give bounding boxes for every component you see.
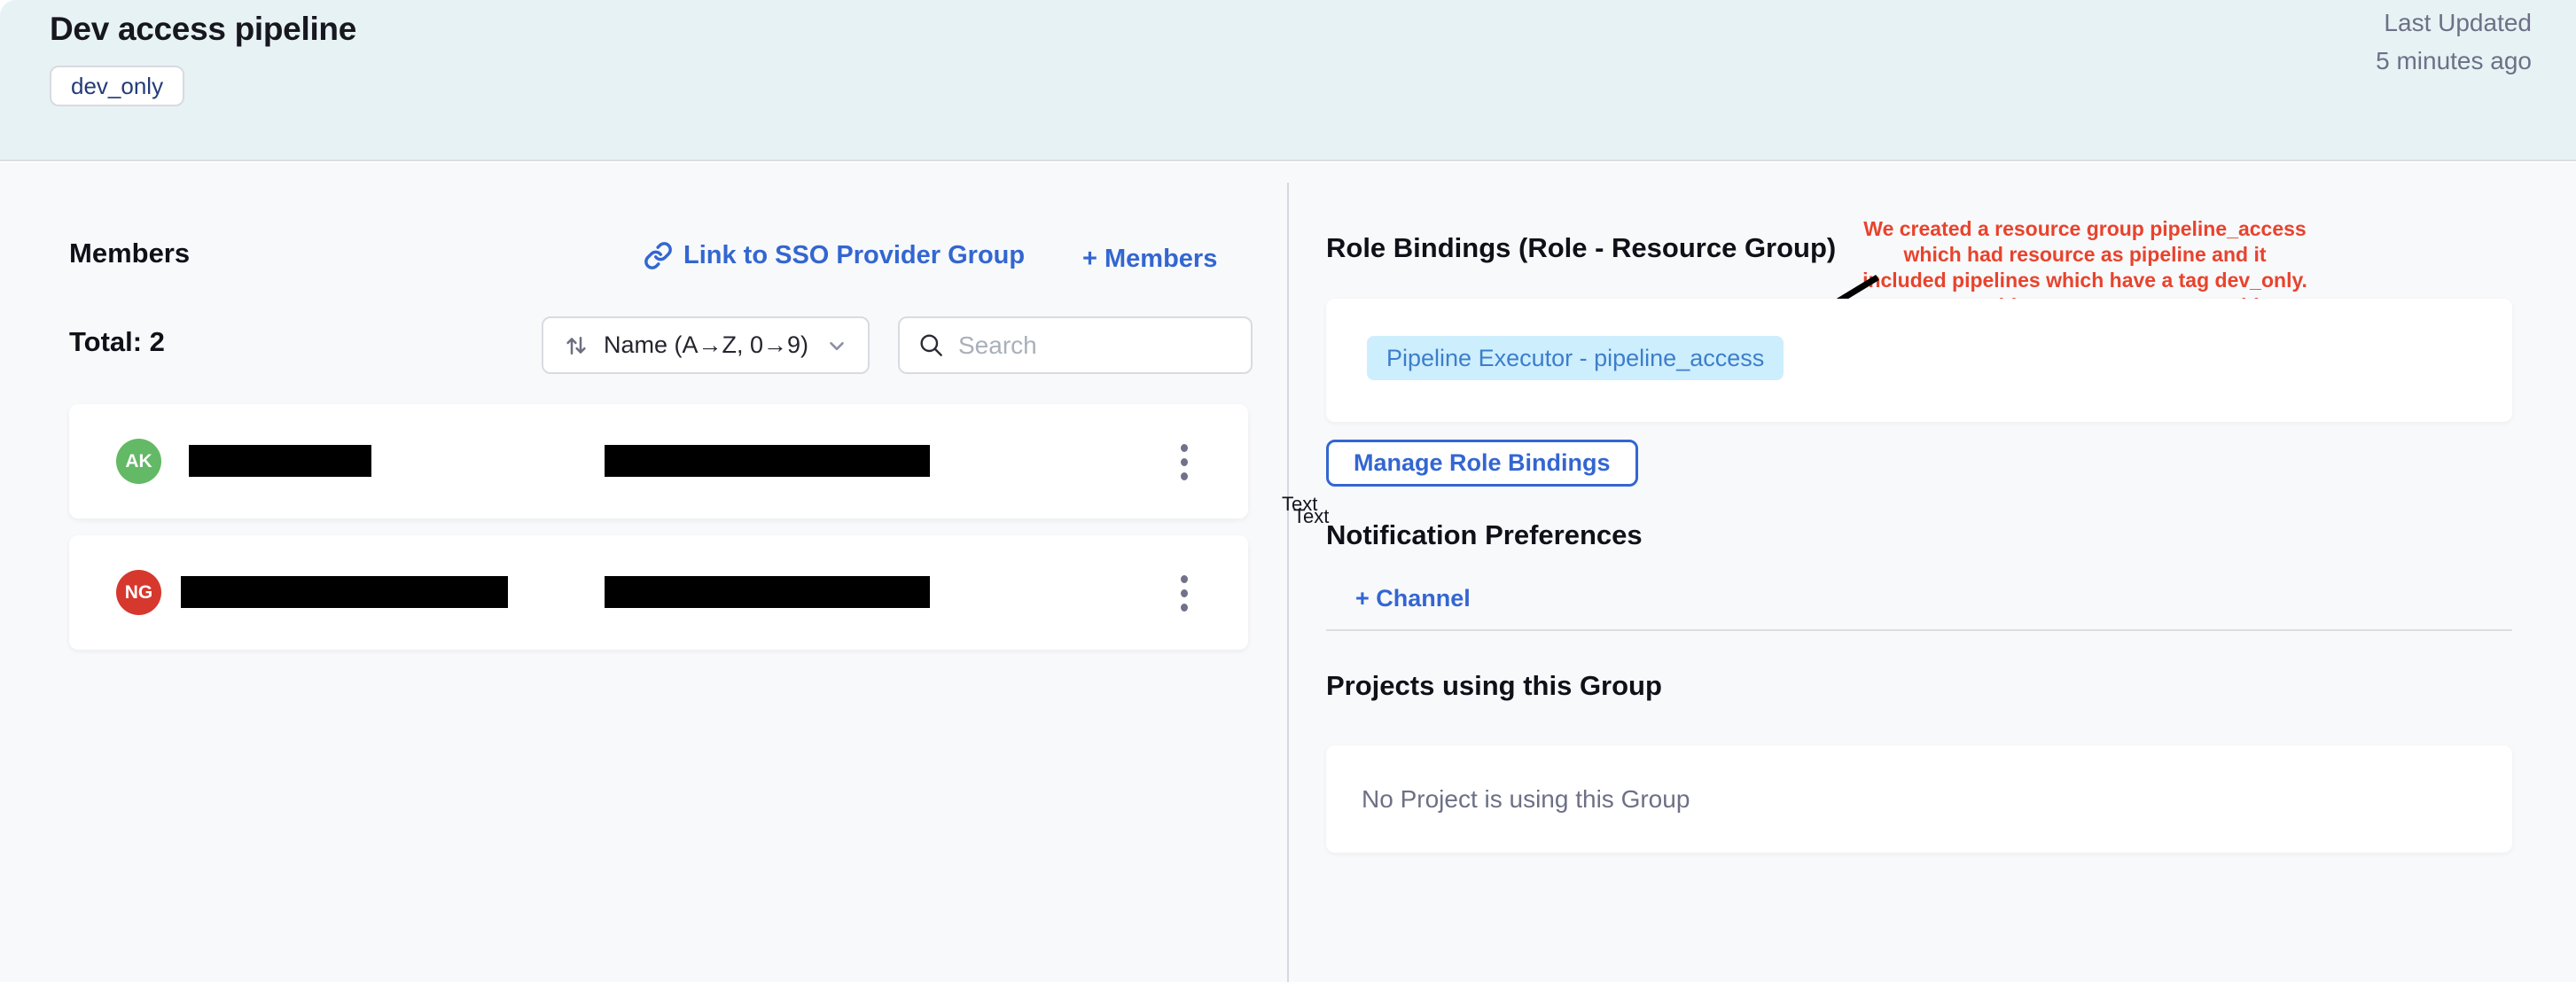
- page-header: Dev access pipeline dev_only Last Update…: [0, 0, 2576, 161]
- link-to-sso-provider-group-button[interactable]: Link to SSO Provider Group: [644, 241, 1025, 270]
- search-input[interactable]: [958, 331, 1233, 360]
- section-divider: [1326, 629, 2512, 631]
- members-heading: Members: [69, 238, 190, 269]
- role-binding-chip: Pipeline Executor - pipeline_access: [1367, 336, 1784, 380]
- role-bindings-heading: Role Bindings (Role - Resource Group): [1326, 232, 1836, 264]
- group-tag-label: dev_only: [71, 73, 163, 100]
- member-row: AK: [69, 404, 1248, 518]
- last-updated-value: 5 minutes ago: [2376, 42, 2532, 80]
- link-icon: [644, 241, 673, 270]
- annotation-line: We created a resource group pipeline_acc…: [1837, 216, 2333, 242]
- avatar: NG: [116, 570, 161, 615]
- role-bindings-card: Pipeline Executor - pipeline_access: [1326, 299, 2512, 422]
- member-email-redacted: [605, 445, 930, 477]
- members-total-count: Total: 2: [69, 326, 165, 358]
- sort-dropdown[interactable]: Name (A→Z, 0→9): [542, 316, 870, 374]
- member-name-redacted: [189, 445, 371, 477]
- member-options-menu-button[interactable]: [1165, 567, 1204, 619]
- projects-empty-message: No Project is using this Group: [1362, 785, 1690, 814]
- last-updated: Last Updated 5 minutes ago: [2376, 4, 2532, 80]
- stray-text-note: Text: [1293, 505, 1329, 528]
- page-title: Dev access pipeline: [50, 11, 356, 48]
- user-group-detail-page: Dev access pipeline dev_only Last Update…: [0, 0, 2576, 982]
- projects-empty-card: No Project is using this Group: [1326, 745, 2512, 853]
- chevron-down-icon: [825, 334, 848, 357]
- sort-dropdown-label: Name (A→Z, 0→9): [604, 331, 808, 359]
- member-options-menu-button[interactable]: [1165, 436, 1204, 487]
- column-divider: [1287, 183, 1289, 982]
- member-row: NG: [69, 535, 1248, 650]
- manage-role-bindings-button[interactable]: Manage Role Bindings: [1326, 440, 1638, 487]
- sso-link-label: Link to SSO Provider Group: [683, 241, 1025, 270]
- member-email-redacted: [605, 576, 930, 608]
- search-field: [898, 316, 1253, 374]
- annotation-line: which had resource as pipeline and it: [1837, 242, 2333, 268]
- search-icon: [917, 331, 946, 360]
- group-tag: dev_only: [50, 66, 184, 106]
- projects-heading: Projects using this Group: [1326, 670, 1662, 702]
- sort-arrows-icon: [563, 332, 589, 359]
- avatar: AK: [116, 439, 161, 484]
- annotation-line: included pipelines which have a tag dev_…: [1837, 268, 2333, 293]
- last-updated-label: Last Updated: [2376, 4, 2532, 42]
- add-members-button[interactable]: + Members: [1082, 245, 1217, 274]
- add-channel-button[interactable]: + Channel: [1355, 585, 1471, 612]
- notification-preferences-heading: Notification Preferences: [1326, 519, 1643, 551]
- member-name-redacted: [181, 576, 508, 608]
